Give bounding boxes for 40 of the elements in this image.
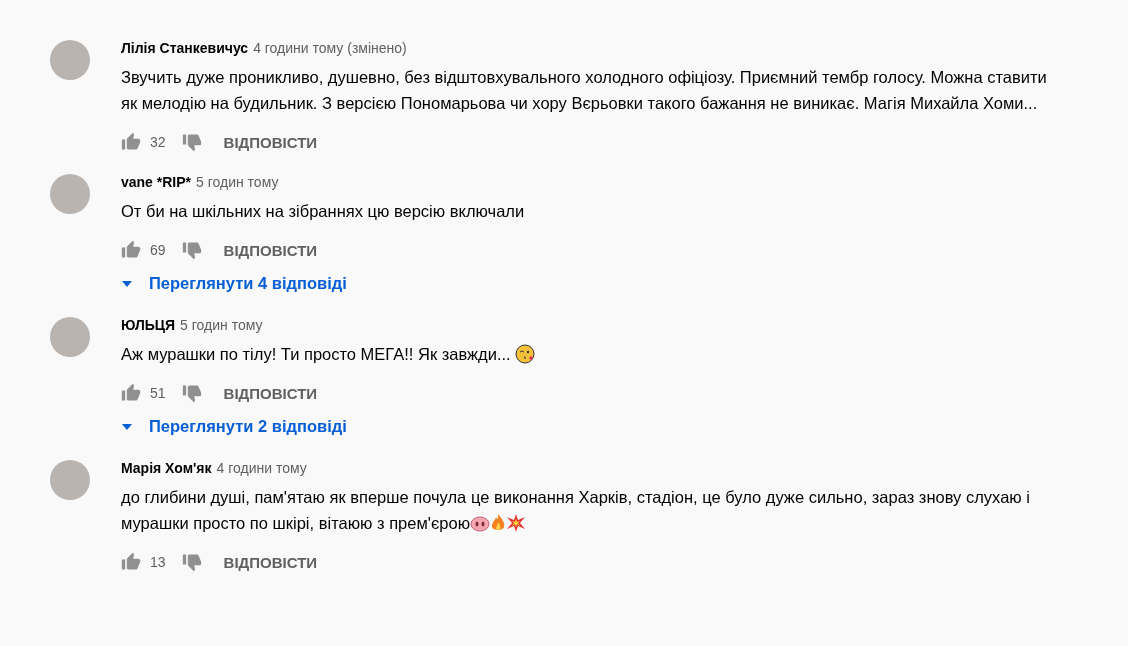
author-name[interactable]: vane *RIP* bbox=[121, 174, 192, 190]
author-name[interactable]: Марія Хом'як bbox=[121, 460, 212, 476]
view-replies-link[interactable]: Переглянути 4 відповіді bbox=[121, 268, 1066, 299]
like-count: 32 bbox=[150, 134, 166, 150]
thumbs-up-icon[interactable] bbox=[121, 383, 141, 403]
author-name[interactable]: ЮЛЬЦЯ bbox=[121, 317, 176, 333]
thumbs-down-icon[interactable] bbox=[181, 383, 202, 403]
like-count: 69 bbox=[150, 242, 166, 258]
caret-icon bbox=[121, 279, 133, 288]
avatar[interactable] bbox=[50, 460, 90, 500]
kiss-face-icon bbox=[515, 344, 536, 364]
comment-text: От би на шкільних на зібраннях цю версію включали bbox=[121, 201, 526, 222]
thumbs-down-icon[interactable] bbox=[181, 240, 202, 260]
thumbs-up-icon[interactable] bbox=[121, 552, 141, 572]
thumbs-up-icon[interactable] bbox=[121, 240, 141, 260]
thumbs-down-icon[interactable] bbox=[181, 552, 202, 572]
reply-button[interactable]: ВІДПОВІСТИ bbox=[223, 376, 318, 410]
comment-time[interactable]: 5 годин тому bbox=[180, 317, 263, 333]
view-replies-link[interactable]: Переглянути 2 відповіді bbox=[121, 411, 1066, 442]
comment-text: Звучить дуже проникливо, душевно, без відштовхувального холодного офіціозу. Приємний тембр голосу. Можна ставити як мелодію на будильник. З версією Пономарьова чи хору Вєрьовки такого бажання не виникає. Магія Михайла Хоми... bbox=[121, 67, 1048, 114]
avatar[interactable] bbox=[50, 317, 90, 357]
fire-icon bbox=[490, 513, 507, 533]
avatar[interactable] bbox=[50, 174, 90, 214]
pig-nose-icon bbox=[470, 516, 491, 532]
comment-time[interactable]: 4 години тому bbox=[216, 460, 307, 476]
like-count: 13 bbox=[150, 554, 166, 570]
thumbs-up-icon[interactable] bbox=[121, 132, 141, 152]
comment-text: до глибини душі, пам'ятаю як вперше почула це виконання Харків, стадіон, це було дуже сильно, зараз знову слухаю і мурашки просто по шкірі, вітаюю з прем'єрою bbox=[121, 487, 1031, 535]
avatar[interactable] bbox=[50, 40, 90, 80]
collision-icon bbox=[506, 513, 527, 533]
like-count: 51 bbox=[150, 385, 166, 401]
comment-text: Аж мурашки по тілу! Ти просто МЕГА!! Як завжди... bbox=[121, 341, 1066, 367]
caret-icon bbox=[121, 422, 133, 431]
comment-time[interactable]: 4 години тому (змінено) bbox=[253, 40, 407, 56]
reply-button[interactable]: ВІДПОВІСТИ bbox=[223, 545, 318, 579]
author-name[interactable]: Лілія Станкевичус bbox=[121, 40, 249, 56]
comment-time[interactable]: 5 годин тому bbox=[196, 174, 279, 190]
thumbs-down-icon[interactable] bbox=[181, 132, 202, 152]
reply-button[interactable]: ВІДПОВІСТИ bbox=[223, 125, 318, 159]
reply-button[interactable]: ВІДПОВІСТИ bbox=[223, 233, 318, 267]
